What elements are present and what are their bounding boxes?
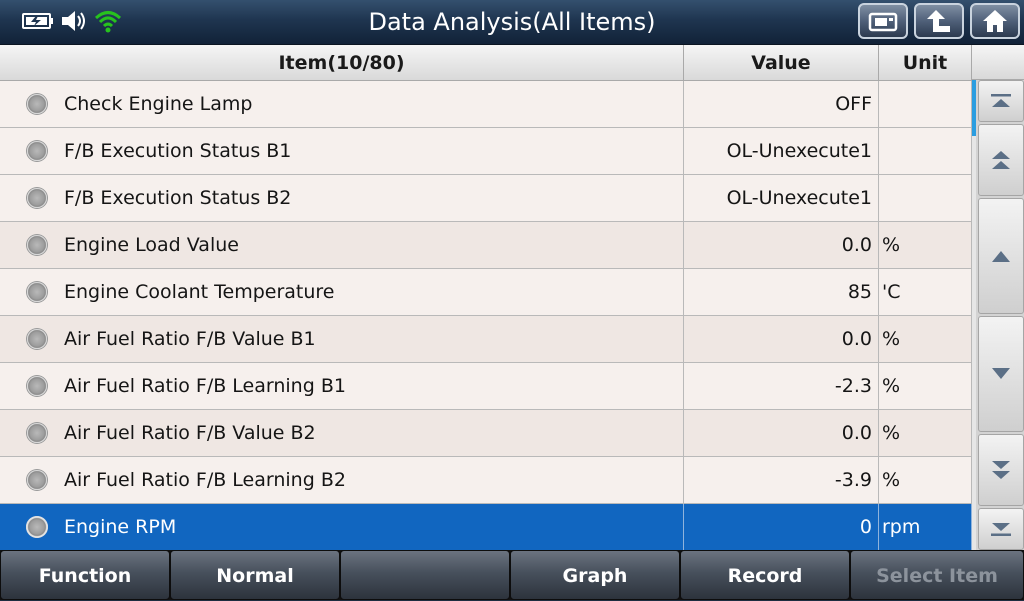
back-button[interactable]: [914, 3, 964, 39]
radio-button[interactable]: [26, 187, 48, 209]
item-value: OFF: [684, 81, 879, 127]
column-header-item[interactable]: Item(10/80): [0, 45, 684, 80]
item-unit: [879, 175, 972, 221]
table-row[interactable]: F/B Execution Status B1 OL-Unexecute1: [0, 128, 972, 175]
scroll-bottom-icon: [991, 523, 1011, 536]
item-unit: [879, 81, 972, 127]
item-unit: %: [879, 222, 972, 268]
function-button[interactable]: Function: [0, 550, 170, 600]
item-value: -2.3: [684, 363, 879, 409]
data-table: Item(10/80) Value Unit Check Engine Lamp…: [0, 45, 972, 550]
item-value: 0: [684, 504, 879, 550]
radio-button[interactable]: [26, 93, 48, 115]
radio-button[interactable]: [26, 140, 48, 162]
column-header-value[interactable]: Value: [684, 45, 879, 80]
item-value: 0.0: [684, 410, 879, 456]
item-name: F/B Execution Status B1: [64, 140, 292, 162]
print-icon: [868, 12, 898, 32]
scrollbar-thumb[interactable]: [972, 80, 976, 136]
item-name: Engine RPM: [64, 516, 177, 538]
arrow-up-icon: [992, 251, 1010, 262]
table-row[interactable]: Air Fuel Ratio F/B Learning B2 -3.9 %: [0, 457, 972, 504]
table-row[interactable]: Engine Coolant Temperature 85 'C: [0, 269, 972, 316]
table-row[interactable]: Engine Load Value 0.0 %: [0, 222, 972, 269]
item-unit: %: [879, 457, 972, 503]
double-chevron-up-icon: [992, 151, 1010, 169]
header-corner: [972, 45, 1024, 80]
page-up-button[interactable]: [978, 124, 1024, 196]
table-row[interactable]: F/B Execution Status B2 OL-Unexecute1: [0, 175, 972, 222]
item-value: -3.9: [684, 457, 879, 503]
scrollbar[interactable]: [972, 80, 976, 550]
item-value: 85: [684, 269, 879, 315]
table-row[interactable]: Check Engine Lamp OFF: [0, 81, 972, 128]
table-header: Item(10/80) Value Unit: [0, 45, 972, 81]
item-value: OL-Unexecute1: [684, 128, 879, 174]
empty-button[interactable]: [340, 550, 510, 600]
home-button[interactable]: [970, 3, 1020, 39]
column-header-unit[interactable]: Unit: [879, 45, 972, 80]
item-unit: %: [879, 410, 972, 456]
item-value: OL-Unexecute1: [684, 175, 879, 221]
table-row-selected[interactable]: Engine RPM 0 rpm: [0, 504, 972, 550]
graph-button[interactable]: Graph: [510, 550, 680, 600]
table-row[interactable]: Air Fuel Ratio F/B Value B1 0.0 %: [0, 316, 972, 363]
table-row[interactable]: Air Fuel Ratio F/B Learning B1 -2.3 %: [0, 363, 972, 410]
scroll-down-button[interactable]: [978, 316, 1024, 432]
scroll-top-button[interactable]: [978, 80, 1024, 122]
scroll-bottom-button[interactable]: [978, 508, 1024, 550]
scroll-up-button[interactable]: [978, 198, 1024, 314]
radio-button[interactable]: [26, 516, 48, 538]
item-unit: %: [879, 363, 972, 409]
radio-button[interactable]: [26, 281, 48, 303]
back-icon: [927, 10, 950, 32]
item-unit: %: [879, 316, 972, 362]
item-name: Engine Coolant Temperature: [64, 281, 335, 303]
item-name: F/B Execution Status B2: [64, 187, 292, 209]
arrow-down-icon: [992, 368, 1010, 379]
print-button[interactable]: [858, 3, 908, 39]
title-bar: Data Analysis(All Items): [0, 0, 1024, 45]
item-unit: [879, 128, 972, 174]
radio-button[interactable]: [26, 375, 48, 397]
radio-button[interactable]: [26, 328, 48, 350]
normal-button[interactable]: Normal: [170, 550, 340, 600]
radio-button[interactable]: [26, 469, 48, 491]
page-down-button[interactable]: [978, 434, 1024, 506]
item-value: 0.0: [684, 222, 879, 268]
item-unit: 'C: [879, 269, 972, 315]
record-button[interactable]: Record: [680, 550, 850, 600]
select-item-button[interactable]: Select Item: [850, 550, 1024, 600]
item-name: Air Fuel Ratio F/B Value B2: [64, 422, 316, 444]
bottom-toolbar: Function Normal Graph Record Select Item: [0, 550, 1024, 600]
item-name: Air Fuel Ratio F/B Learning B2: [64, 469, 346, 491]
item-name: Check Engine Lamp: [64, 93, 253, 115]
radio-button[interactable]: [26, 422, 48, 444]
item-value: 0.0: [684, 316, 879, 362]
radio-button[interactable]: [26, 234, 48, 256]
item-name: Air Fuel Ratio F/B Value B1: [64, 328, 316, 350]
item-name: Air Fuel Ratio F/B Learning B1: [64, 375, 346, 397]
home-icon: [983, 10, 1007, 32]
table-row[interactable]: Air Fuel Ratio F/B Value B2 0.0 %: [0, 410, 972, 457]
item-unit: rpm: [879, 504, 972, 550]
double-chevron-down-icon: [992, 461, 1010, 479]
item-name: Engine Load Value: [64, 234, 239, 256]
scroll-panel: [972, 80, 1024, 550]
scroll-top-icon: [991, 94, 1011, 107]
